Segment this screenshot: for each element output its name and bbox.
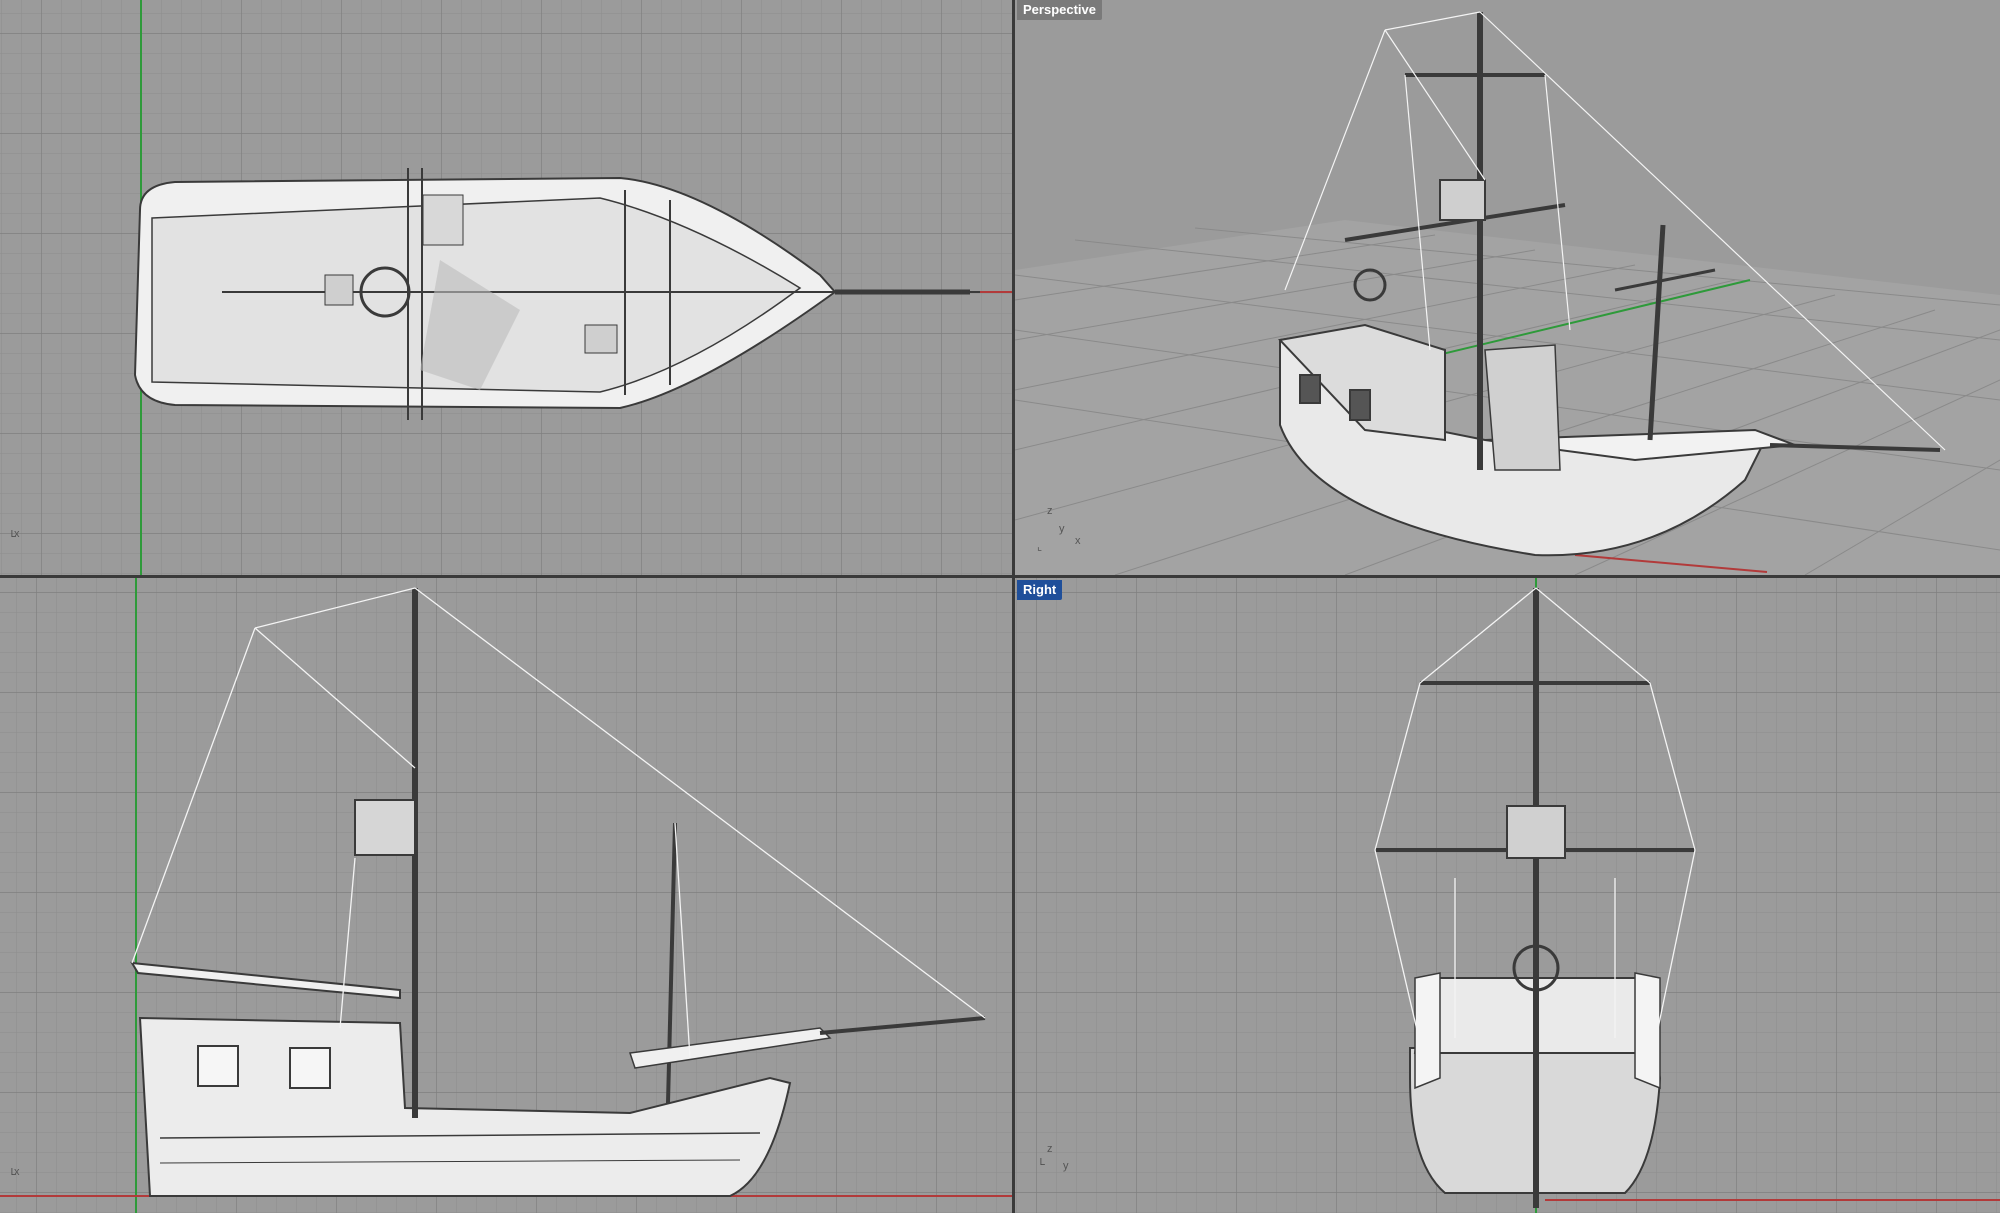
right-view-canvas[interactable]: └ bbox=[1015, 578, 2000, 1213]
viewport-layout: └ x ⌞ Perspective z y x └ x └ Right z y bbox=[0, 0, 2000, 1213]
viewport-title-perspective[interactable]: Perspective bbox=[1017, 0, 1102, 20]
right-viewport[interactable]: └ Right z y bbox=[1015, 578, 2000, 1213]
perspective-viewport[interactable]: ⌞ Perspective z y x bbox=[1015, 0, 2000, 575]
front-axis-x-label: x bbox=[14, 1166, 20, 1178]
viewport-title-right[interactable]: Right bbox=[1017, 580, 1063, 600]
axis-triad-icon: ⌞ bbox=[1037, 541, 1042, 553]
right-axis-y-label: y bbox=[1063, 1160, 1069, 1172]
persp-axis-y-label: y bbox=[1059, 523, 1065, 535]
persp-axis-z-label: z bbox=[1047, 505, 1053, 517]
top-axis-x-label: x bbox=[14, 528, 20, 540]
persp-axis-x-label: x bbox=[1075, 535, 1081, 547]
right-axis-z-label: z bbox=[1047, 1143, 1053, 1155]
top-view-canvas[interactable]: └ bbox=[0, 0, 1012, 575]
perspective-view-canvas[interactable]: ⌞ bbox=[1015, 0, 2000, 575]
top-viewport[interactable]: └ x bbox=[0, 0, 1012, 575]
front-view-canvas[interactable]: └ bbox=[0, 578, 1012, 1213]
front-viewport[interactable]: └ x bbox=[0, 578, 1012, 1213]
axis-triad-icon: └ bbox=[1037, 1157, 1045, 1171]
